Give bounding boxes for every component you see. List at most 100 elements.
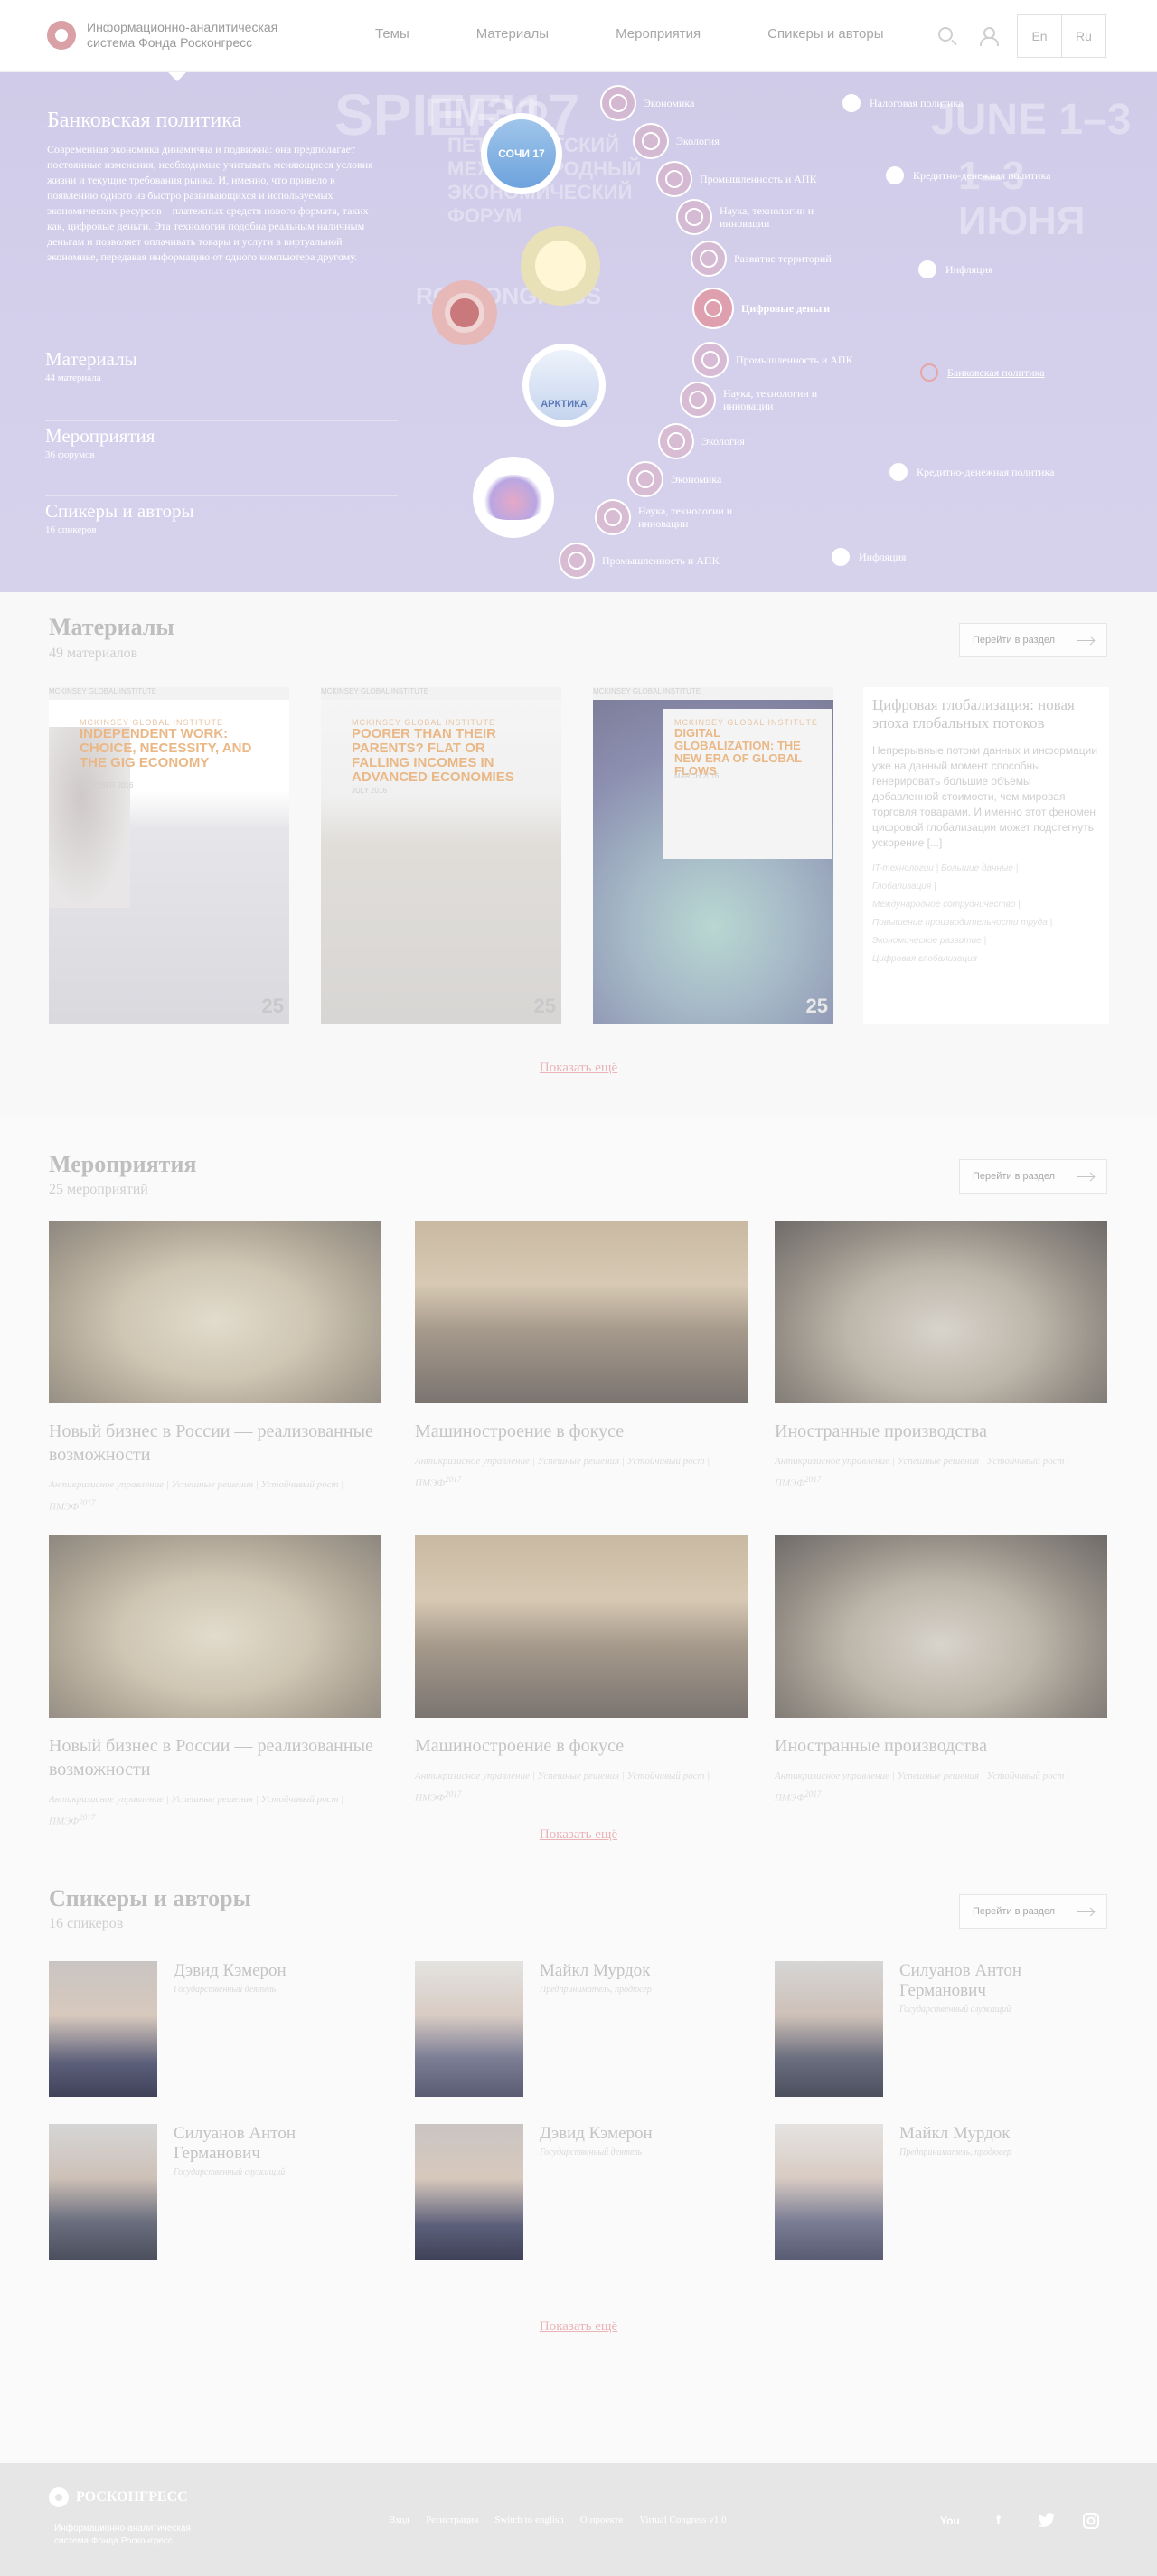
- nav-item-events[interactable]: Мероприятия: [616, 26, 701, 42]
- speaker-role: Государственный деятель: [174, 1985, 277, 1995]
- topic-science-2[interactable]: Наука, технологии и инновации: [680, 382, 841, 418]
- speaker-card[interactable]: Майкл Мурдок Предприниматель, продюсер: [415, 1961, 749, 2099]
- event-circle-yellow[interactable]: [521, 226, 600, 306]
- youtube-icon[interactable]: You: [940, 2513, 960, 2527]
- speaker-role: Государственный деятель: [540, 2147, 643, 2157]
- goto-materials-button[interactable]: Перейти в раздел: [959, 623, 1107, 657]
- lang-en-button[interactable]: En: [1017, 14, 1062, 58]
- speaker-card[interactable]: Майкл Мурдок Предприниматель, продюсер: [775, 2124, 1109, 2261]
- event-card[interactable]: Машиностроение в фокусе Антикризисное уп…: [415, 1221, 748, 1493]
- subtopic-inflation[interactable]: Инфляция: [918, 260, 992, 278]
- anniversary-badge: 25: [533, 995, 556, 1017]
- subtopic-label-active: Банковская политика: [947, 365, 1045, 379]
- material-card[interactable]: MCKINSEY GLOBAL INSTITUTE MCKINSEY GLOBA…: [321, 687, 561, 1024]
- nav-caret: [168, 72, 186, 81]
- topic-science-3[interactable]: Наука, технологии и инновации: [595, 499, 756, 535]
- facebook-icon[interactable]: f: [996, 2513, 1014, 2528]
- hero-link-events[interactable]: Мероприятия 36 форумов: [45, 420, 398, 460]
- topic-industry[interactable]: Промышленность и АПК: [656, 161, 817, 197]
- material-card[interactable]: MCKINSEY GLOBAL INSTITUTE MCKINSEY GLOBA…: [49, 687, 289, 1024]
- hero-link-materials[interactable]: Материалы 44 материала: [45, 344, 398, 383]
- goto-events-button[interactable]: Перейти в раздел: [959, 1159, 1107, 1194]
- event-title: Иностранные производства: [775, 1421, 987, 1441]
- section-count: 25 мероприятий: [49, 1182, 148, 1197]
- speaker-photo: [415, 2124, 523, 2260]
- topic-digital-money[interactable]: Цифровые деньги: [692, 288, 830, 329]
- event-card[interactable]: Иностранные производства Антикризисное у…: [775, 1535, 1107, 1807]
- tag[interactable]: Глобализация |: [872, 878, 1100, 896]
- tag[interactable]: Повышение производительности труда |: [872, 914, 1100, 932]
- tag[interactable]: Международное сотрудничество |: [872, 896, 1100, 914]
- material-card[interactable]: MCKINSEY GLOBAL INSTITUTE MCKINSEY GLOBA…: [593, 687, 833, 1024]
- footer-link-version[interactable]: Virtual Congress v1.0: [639, 2515, 726, 2525]
- event-photo: [415, 1535, 748, 1718]
- hero-link-speakers[interactable]: Спикеры и авторы 16 спикеров: [45, 495, 398, 535]
- footer-logo[interactable]: РОСКОНГРЕСС: [49, 2487, 188, 2507]
- topic-ecology[interactable]: Экология: [633, 123, 720, 159]
- subtopic-monetary-policy[interactable]: Кредитно-денежная политика: [886, 166, 1050, 184]
- event-circle-arctic[interactable]: АРКТИКА: [522, 344, 606, 427]
- topic-industry-3[interactable]: Промышленность и АПК: [559, 543, 720, 579]
- speaker-photo: [775, 2124, 883, 2260]
- material-description[interactable]: Цифровая глобализация: новая эпоха глоба…: [863, 687, 1109, 1024]
- cover-title: DIGITAL GLOBALIZATION: THE NEW ERA OF GL…: [674, 726, 802, 778]
- event-circle-roscongress[interactable]: [432, 280, 497, 345]
- instagram-icon[interactable]: [1083, 2513, 1101, 2529]
- footer-link-english[interactable]: Switch to english: [494, 2515, 563, 2525]
- footer-subtitle: Информационно-аналитическая система Фонд…: [54, 2524, 191, 2546]
- event-card[interactable]: Иностранные производства Антикризисное у…: [775, 1221, 1107, 1493]
- subtopic-monetary-policy-2[interactable]: Кредитно-денежная политика: [889, 463, 1054, 481]
- show-more-materials-link[interactable]: Показать ещё: [0, 1061, 1157, 1076]
- subtopic-tax-policy[interactable]: Налоговая политика: [842, 94, 963, 112]
- nav-item-materials[interactable]: Материалы: [476, 26, 549, 42]
- speaker-name: Силуанов Антон Германович: [174, 2124, 296, 2163]
- footer-link-register[interactable]: Регистрация: [426, 2515, 478, 2525]
- footer-link-login[interactable]: Вход: [389, 2515, 409, 2525]
- goto-speakers-button[interactable]: Перейти в раздел: [959, 1894, 1107, 1929]
- topic-label: Наука, технологии и инновации: [638, 505, 733, 530]
- nav-item-topics[interactable]: Темы: [375, 26, 409, 42]
- show-more-speakers-link[interactable]: Показать ещё: [0, 2319, 1157, 2335]
- material-cover: MCKINSEY GLOBAL INSTITUTE POORER THAN TH…: [321, 700, 561, 1024]
- topic-industry-2[interactable]: Промышленность и АПК: [692, 342, 853, 378]
- subtopic-label: Налоговая политика: [870, 96, 964, 109]
- site-logo[interactable]: Информационно-аналитическая система Фонд…: [47, 20, 295, 51]
- section-title: Материалы: [49, 614, 174, 640]
- event-card[interactable]: Новый бизнес в России — реализованные во…: [49, 1221, 381, 1516]
- event-tags: Антикризисное управление | Успешные реше…: [415, 1767, 748, 1807]
- tag[interactable]: IT-технологии | Большие данные |: [872, 860, 1100, 878]
- topic-territories[interactable]: Развитие территорий: [691, 241, 832, 277]
- subtopic-banking-policy[interactable]: Банковская политика: [920, 363, 1045, 382]
- event-card[interactable]: Машиностроение в фокусе Антикризисное уп…: [415, 1535, 748, 1807]
- arrow-right-icon: [1077, 1911, 1094, 1912]
- search-icon[interactable]: [938, 27, 953, 42]
- twitter-icon[interactable]: [1038, 2513, 1056, 2527]
- footer-link-about[interactable]: О проекте: [580, 2515, 624, 2525]
- territories-icon: [691, 241, 727, 277]
- user-icon[interactable]: [980, 27, 999, 46]
- speaker-name: Майкл Мурдок: [899, 2124, 1011, 2143]
- show-more-events-link[interactable]: Показать ещё: [0, 1827, 1157, 1843]
- topic-label: Наука, технологии и инновации: [723, 387, 818, 412]
- lang-ru-button[interactable]: Ru: [1061, 14, 1106, 58]
- topic-hero: SPIEF'17 ПМЭФ ПЕТЕРБУРГСКИЙ МЕЖДУНАРОДНЫ…: [0, 72, 1157, 592]
- topic-science[interactable]: Наука, технологии и инновации: [676, 199, 837, 235]
- topic-economy-2[interactable]: Экономика: [627, 461, 721, 497]
- topic-label: Развитие территорий: [734, 252, 832, 265]
- topic-economy[interactable]: Экономика: [600, 85, 694, 121]
- event-card[interactable]: Новый бизнес в России — реализованные во…: [49, 1535, 381, 1831]
- speaker-name: Силуанов Антон Германович: [899, 1961, 1022, 2000]
- tag[interactable]: Цифровая глобализация: [872, 950, 1100, 968]
- event-circle-sochi[interactable]: СОЧИ 17: [481, 113, 562, 194]
- speaker-card[interactable]: Силуанов Антон Германович Государственны…: [49, 2124, 383, 2261]
- tag[interactable]: Экономическое развитие |: [872, 932, 1100, 950]
- topic-ecology-2[interactable]: Экология: [658, 423, 745, 459]
- subtopic-inflation-2[interactable]: Инфляция: [832, 548, 906, 566]
- event-photo: [49, 1535, 381, 1718]
- speaker-card[interactable]: Силуанов Антон Германович Государственны…: [775, 1961, 1109, 2099]
- event-circle-lotus[interactable]: [473, 457, 554, 538]
- speaker-card[interactable]: Дэвид Кэмерон Государственный деятель: [415, 2124, 749, 2261]
- speaker-card[interactable]: Дэвид Кэмерон Государственный деятель: [49, 1961, 383, 2099]
- event-title: Машиностроение в фокусе: [415, 1736, 625, 1756]
- nav-item-speakers[interactable]: Спикеры и авторы: [767, 26, 883, 42]
